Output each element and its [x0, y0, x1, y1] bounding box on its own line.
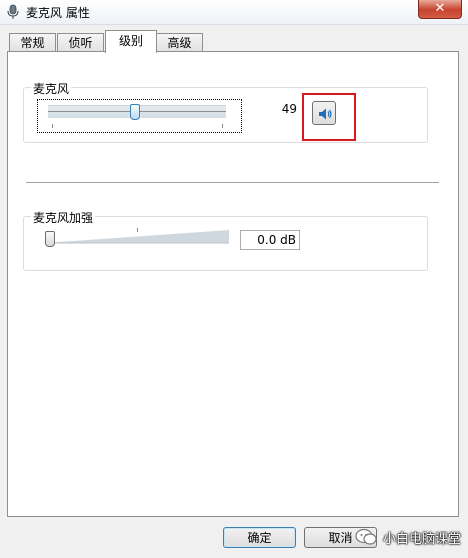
slider-thumb[interactable] [45, 231, 55, 247]
tab-content-panel: 麦克风 49 麦克风加强 0.0 dB [7, 51, 459, 517]
microphone-group-label: 麦克风 [31, 80, 72, 97]
microphone-boost-value[interactable]: 0.0 dB [240, 230, 300, 250]
microphone-boost-group-label: 麦克风加强 [31, 209, 96, 226]
tab-label: 级别 [118, 34, 143, 48]
close-icon: ✕ [434, 1, 446, 16]
title-bar: 麦克风 属性 ✕ [0, 0, 468, 25]
close-button[interactable]: ✕ [418, 0, 462, 19]
microphone-level-slider[interactable] [48, 104, 226, 120]
microphone-boost-slider[interactable] [45, 228, 229, 247]
watermark: 小白电脑课堂 [355, 526, 461, 548]
tick-mark [52, 124, 53, 128]
ok-label: 确定 [247, 531, 272, 545]
highlight-box [302, 93, 356, 141]
tab-advanced[interactable]: 高级 [156, 33, 203, 52]
ok-button[interactable]: 确定 [223, 527, 296, 548]
tab-label: 常规 [20, 36, 45, 50]
boost-text: 0.0 dB [257, 233, 296, 247]
tick-mark [222, 124, 223, 128]
microphone-level-value[interactable]: 49 [240, 101, 300, 119]
separator [26, 182, 439, 183]
tab-listen[interactable]: 侦听 [57, 33, 104, 52]
wechat-icon [355, 528, 377, 545]
watermark-text: 小白电脑课堂 [383, 531, 462, 547]
tab-general[interactable]: 常规 [9, 33, 56, 52]
level-text: 49 [281, 102, 297, 116]
tab-label: 侦听 [68, 36, 93, 50]
slider-ticks [48, 124, 226, 128]
slider-thumb[interactable] [130, 104, 140, 120]
cancel-label: 取消 [328, 531, 353, 545]
tick-mark [137, 228, 138, 232]
window-title: 麦克风 属性 [26, 6, 90, 20]
tab-levels[interactable]: 级别 [105, 30, 157, 53]
tab-label: 高级 [167, 36, 192, 50]
boost-wedge-track [45, 230, 229, 244]
microphone-app-icon [7, 4, 19, 19]
